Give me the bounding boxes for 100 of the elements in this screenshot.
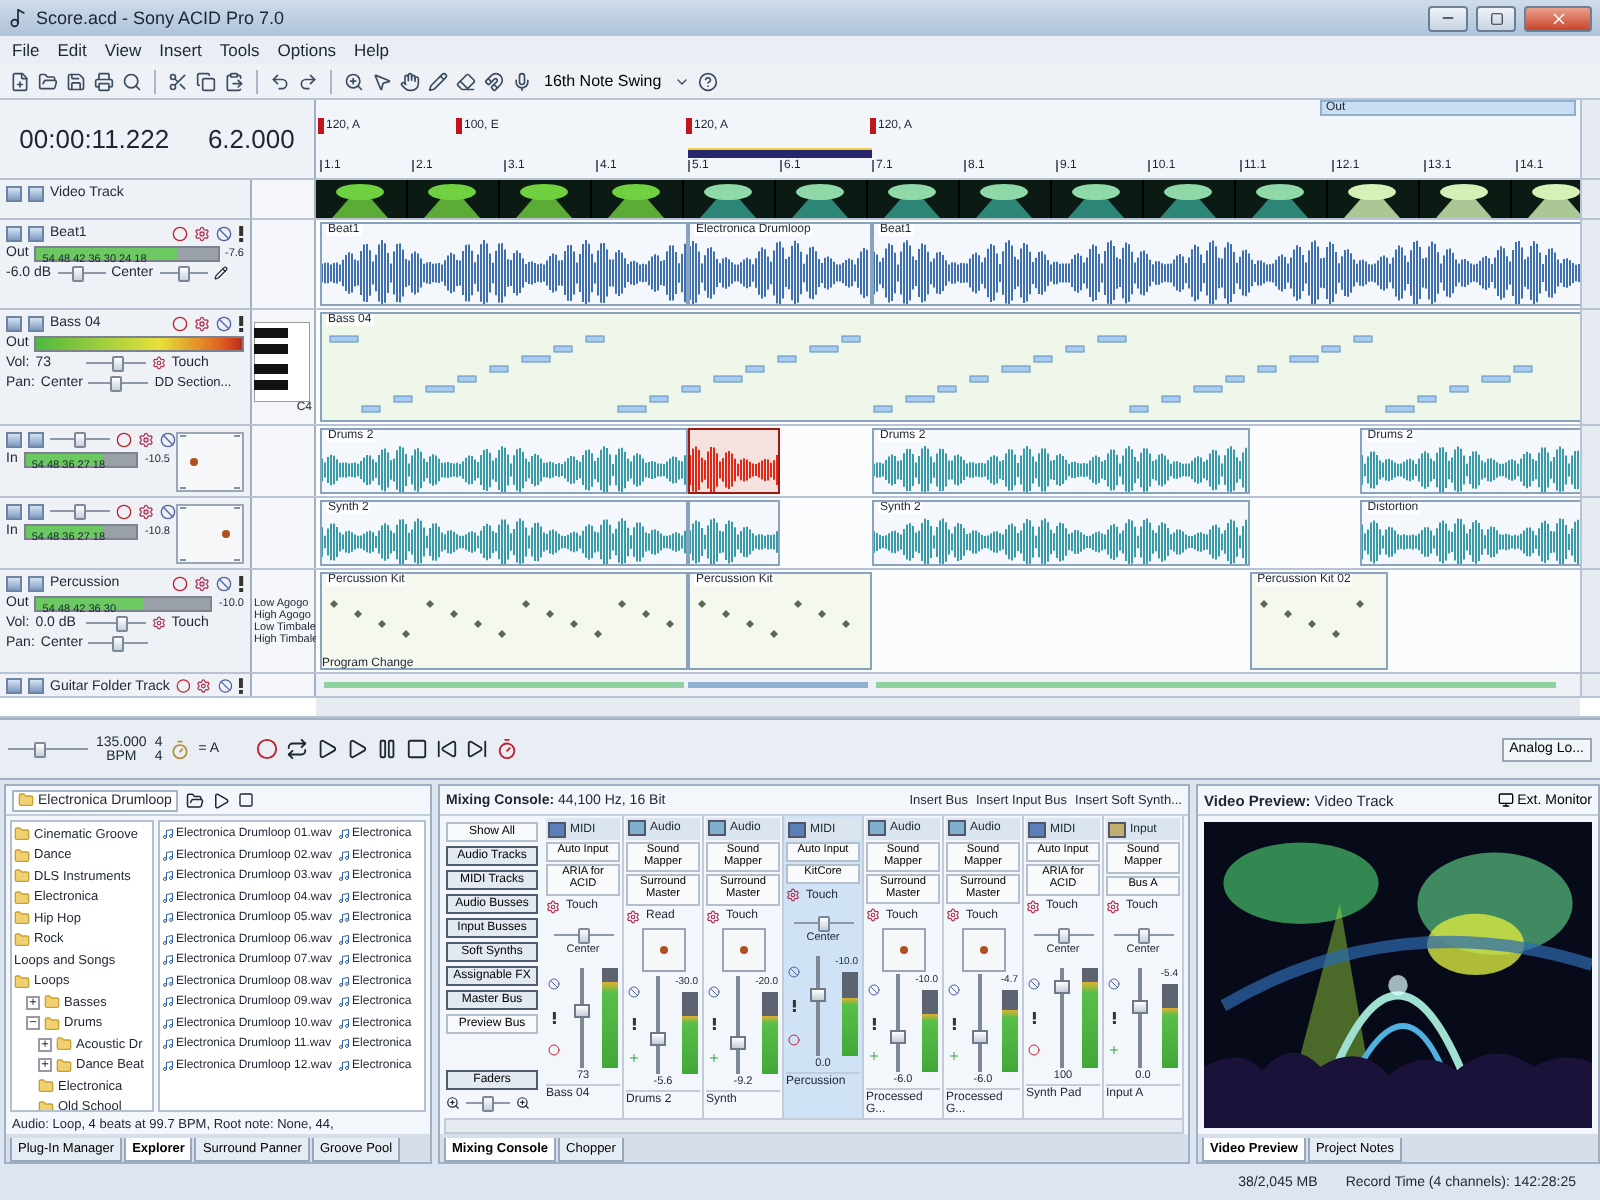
solo-icon[interactable] — [871, 1017, 877, 1030]
menu-item[interactable]: Edit — [57, 40, 87, 60]
record-icon[interactable] — [788, 1033, 800, 1046]
minimize-button[interactable] — [1428, 5, 1468, 31]
solo-icon[interactable] — [237, 225, 244, 241]
record-icon[interactable] — [548, 1044, 560, 1057]
maximize-button[interactable] — [1476, 5, 1516, 31]
surround-panner[interactable] — [641, 928, 685, 973]
horizontal-scrollbar[interactable] — [316, 698, 1580, 716]
gear-icon[interactable] — [193, 225, 210, 241]
loop-region[interactable] — [688, 148, 872, 158]
gear-icon[interactable] — [706, 909, 720, 924]
mute-icon[interactable] — [1108, 978, 1120, 991]
surround-panner[interactable] — [881, 927, 925, 972]
play-icon[interactable] — [345, 738, 368, 760]
gear-icon[interactable] — [1026, 899, 1040, 914]
cut-icon[interactable] — [168, 71, 188, 91]
solo-icon[interactable] — [631, 1018, 637, 1031]
track-toggle[interactable] — [6, 225, 22, 241]
zoom-in-icon[interactable] — [516, 1096, 530, 1110]
vertical-scrollbar[interactable] — [1580, 180, 1600, 218]
audio-clip[interactable] — [688, 428, 780, 494]
solo-icon[interactable] — [1031, 1011, 1037, 1024]
solo-icon[interactable] — [1111, 1011, 1117, 1024]
redo-icon[interactable] — [298, 71, 318, 91]
vertical-scrollbar[interactable] — [1580, 310, 1600, 424]
loop-icon[interactable] — [285, 738, 308, 760]
vertical-scrollbar[interactable] — [1580, 220, 1600, 308]
swing-dropdown[interactable]: 16th Note Swing — [540, 68, 666, 94]
track-toggle[interactable] — [6, 575, 22, 591]
mute-icon[interactable] — [215, 575, 232, 591]
record-arm-icon[interactable] — [116, 503, 132, 519]
play-icon[interactable] — [211, 791, 230, 809]
solo-icon[interactable] — [238, 678, 244, 694]
mute-icon[interactable] — [708, 986, 720, 999]
gear-icon[interactable] — [786, 888, 800, 902]
hand-icon[interactable] — [400, 71, 420, 91]
record-icon[interactable] — [1028, 1044, 1040, 1057]
vertical-scrollbar[interactable] — [1580, 498, 1600, 568]
pencil-icon[interactable] — [213, 266, 228, 280]
pause-icon[interactable] — [375, 738, 398, 760]
track-toggle[interactable] — [6, 185, 22, 201]
paste-icon[interactable] — [224, 71, 244, 91]
menu-item[interactable]: Insert — [159, 40, 202, 60]
up-folder-icon[interactable] — [185, 791, 204, 809]
solo-icon[interactable] — [237, 315, 244, 331]
gear-icon[interactable] — [866, 908, 880, 923]
gear-icon[interactable] — [196, 678, 212, 694]
go-to-start-icon[interactable] — [435, 738, 458, 760]
gear-icon[interactable] — [138, 503, 154, 519]
menu-item[interactable]: Options — [277, 40, 337, 60]
menu-item[interactable]: View — [104, 40, 142, 60]
surround-panner[interactable] — [961, 927, 1005, 972]
solo-icon[interactable] — [791, 999, 797, 1012]
mute-icon[interactable] — [788, 966, 800, 979]
zoom-icon[interactable] — [344, 71, 364, 91]
mute-icon[interactable] — [215, 315, 232, 331]
gear-icon[interactable] — [946, 908, 960, 923]
audio-clip[interactable] — [688, 500, 780, 566]
solo-icon[interactable] — [951, 1017, 957, 1030]
trim-slider[interactable] — [50, 503, 110, 519]
eraser-icon[interactable] — [456, 71, 476, 91]
microphone-icon[interactable] — [512, 71, 532, 91]
menu-item[interactable]: Tools — [219, 40, 260, 60]
mute-icon[interactable] — [868, 984, 880, 997]
new-file-icon[interactable] — [10, 71, 30, 91]
track-toggle[interactable] — [6, 315, 22, 331]
mute-icon[interactable] — [628, 986, 640, 999]
pointer-icon[interactable] — [372, 71, 392, 91]
vertical-scrollbar[interactable] — [1580, 570, 1600, 672]
undo-icon[interactable] — [270, 71, 290, 91]
gear-icon[interactable] — [626, 909, 640, 924]
save-icon[interactable] — [66, 71, 86, 91]
gear-icon[interactable] — [193, 575, 210, 591]
gear-icon[interactable] — [1106, 899, 1120, 914]
track-toggle[interactable] — [6, 431, 22, 447]
record-arm-icon[interactable] — [116, 431, 132, 447]
gear-icon[interactable] — [151, 616, 166, 630]
gear-icon[interactable] — [151, 356, 166, 370]
record-arm-icon[interactable] — [171, 575, 188, 591]
solo-icon[interactable] — [551, 1011, 557, 1024]
mute-icon[interactable] — [215, 225, 232, 241]
open-folder-icon[interactable] — [38, 71, 58, 91]
printer-icon[interactable] — [94, 71, 114, 91]
copy-icon[interactable] — [196, 71, 216, 91]
gear-icon[interactable] — [546, 899, 560, 914]
gear-icon[interactable] — [193, 315, 210, 331]
mute-icon[interactable] — [948, 984, 960, 997]
go-to-end-icon[interactable] — [465, 738, 488, 760]
stop-icon[interactable] — [237, 792, 254, 808]
record-arm-icon[interactable] — [175, 678, 191, 694]
pencil-icon[interactable] — [428, 71, 448, 91]
help-icon[interactable] — [697, 71, 718, 91]
search-icon[interactable] — [122, 71, 142, 91]
record-arm-icon[interactable] — [171, 225, 188, 241]
mute-icon[interactable] — [217, 678, 233, 694]
menu-item[interactable]: File — [12, 40, 40, 60]
vertical-scrollbar[interactable] — [1580, 426, 1600, 496]
menu-item[interactable]: Help — [354, 40, 390, 60]
track-toggle[interactable] — [6, 503, 22, 519]
